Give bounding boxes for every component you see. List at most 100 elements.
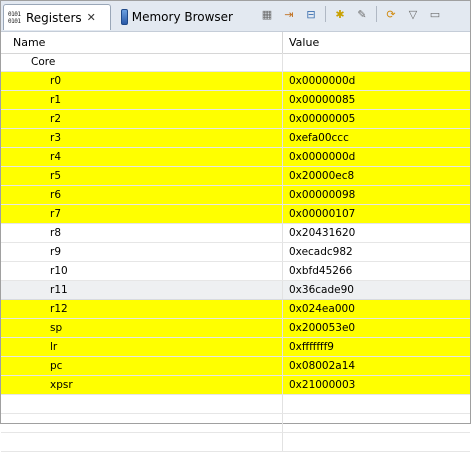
register-name: lr	[50, 341, 58, 353]
column-divider	[282, 72, 283, 90]
register-name: r10	[50, 265, 68, 277]
empty-row	[1, 395, 470, 414]
column-divider	[282, 167, 283, 185]
register-name: r8	[50, 227, 61, 239]
registers-icon: 0101 0101	[8, 10, 21, 25]
register-row-r7[interactable]: r7 0x00000107	[1, 205, 470, 224]
register-value[interactable]: 0xefa00ccc	[289, 132, 349, 144]
register-name: r5	[50, 170, 61, 182]
register-row-r0[interactable]: r0 0x0000000d	[1, 72, 470, 91]
memory-icon	[121, 9, 128, 25]
register-name: pc	[50, 360, 63, 372]
toolbar-separator	[376, 6, 377, 22]
column-name-header[interactable]: Name	[13, 36, 45, 49]
column-divider	[282, 433, 283, 451]
tab-memory-browser[interactable]: Memory Browser	[115, 4, 233, 30]
register-value[interactable]: 0x00000107	[289, 208, 355, 220]
register-value[interactable]: 0x00000098	[289, 189, 355, 201]
sync-icon[interactable]: ⟳	[383, 6, 399, 22]
register-row-sp[interactable]: sp 0x200053e0	[1, 319, 470, 338]
register-name: r9	[50, 246, 61, 258]
column-divider	[282, 414, 283, 432]
column-divider	[282, 129, 283, 147]
register-name: r11	[50, 284, 68, 296]
register-value[interactable]: 0x024ea000	[289, 303, 355, 315]
register-value[interactable]: 0x36cade90	[289, 284, 354, 296]
column-divider	[282, 376, 283, 394]
register-row-r1[interactable]: r1 0x00000085	[1, 91, 470, 110]
register-row-xpsr[interactable]: xpsr 0x21000003	[1, 376, 470, 395]
column-divider	[282, 91, 283, 109]
view-menu-icon[interactable]: ▽	[405, 6, 421, 22]
tab-memory-browser-label: Memory Browser	[131, 10, 233, 24]
register-row-r8[interactable]: r8 0x20431620	[1, 224, 470, 243]
column-divider	[282, 110, 283, 128]
register-name: r6	[50, 189, 61, 201]
register-row-r4[interactable]: r4 0x0000000d	[1, 148, 470, 167]
column-divider	[282, 186, 283, 204]
column-divider	[282, 224, 283, 242]
register-name: r1	[50, 94, 61, 106]
register-name: xpsr	[50, 379, 73, 391]
register-name: r0	[50, 75, 61, 87]
table-header: Name Value	[1, 32, 470, 54]
register-name: r3	[50, 132, 61, 144]
register-value[interactable]: 0x00000005	[289, 113, 355, 125]
register-row-r12[interactable]: r12 0x024ea000	[1, 300, 470, 319]
group-label: Core	[31, 56, 56, 68]
register-row-r5[interactable]: r5 0x20000ec8	[1, 167, 470, 186]
column-divider	[282, 243, 283, 261]
register-row-r10[interactable]: r10 0xbfd45266	[1, 262, 470, 281]
register-value[interactable]: 0xbfd45266	[289, 265, 352, 277]
register-value[interactable]: 0xfffffff9	[289, 341, 334, 353]
register-row-r3[interactable]: r3 0xefa00ccc	[1, 129, 470, 148]
tab-registers[interactable]: 0101 0101 Registers ✕	[3, 4, 111, 30]
edit-group-icon[interactable]: ✎	[354, 6, 370, 22]
column-divider	[282, 357, 283, 375]
register-name: r4	[50, 151, 61, 163]
column-divider[interactable]	[282, 32, 283, 53]
register-value[interactable]: 0x21000003	[289, 379, 355, 391]
register-row-r9[interactable]: r9 0xecadc982	[1, 243, 470, 262]
new-group-icon[interactable]: ✱	[332, 6, 348, 22]
register-value[interactable]: 0x200053e0	[289, 322, 355, 334]
minimize-icon[interactable]: ▭	[427, 6, 443, 22]
group-row-core[interactable]: Core	[1, 53, 470, 72]
column-divider	[282, 319, 283, 337]
register-name: r7	[50, 208, 61, 220]
column-divider	[282, 300, 283, 318]
register-table: Core r0 0x0000000d r1 0x00000085 r2 0x0000000…	[1, 53, 470, 452]
register-name: r12	[50, 303, 68, 315]
column-divider	[282, 148, 283, 166]
column-divider	[282, 262, 283, 280]
collapse-all-icon[interactable]: ⊟	[303, 6, 319, 22]
registers-view: 0101 0101 Registers ✕ Memory Browser ▦ ⇥ …	[0, 0, 471, 452]
view-toolbar: ▦ ⇥ ⊟ ✱ ✎ ⟳ ▽ ▭	[259, 6, 449, 22]
empty-row	[1, 433, 470, 452]
register-value[interactable]: 0x20000ec8	[289, 170, 354, 182]
column-divider	[282, 53, 283, 71]
column-value-header[interactable]: Value	[289, 36, 319, 49]
column-divider	[282, 338, 283, 356]
tab-bar: 0101 0101 Registers ✕ Memory Browser ▦ ⇥ …	[1, 1, 470, 32]
register-row-r2[interactable]: r2 0x00000005	[1, 110, 470, 129]
register-value[interactable]: 0x08002a14	[289, 360, 355, 372]
layout-icon[interactable]: ▦	[259, 6, 275, 22]
register-value[interactable]: 0x0000000d	[289, 151, 355, 163]
register-name: sp	[50, 322, 63, 334]
column-divider	[282, 205, 283, 223]
register-row-r11[interactable]: r11 0x36cade90	[1, 281, 470, 300]
tab-registers-label: Registers	[26, 10, 82, 25]
register-row-pc[interactable]: pc 0x08002a14	[1, 357, 470, 376]
register-value[interactable]: 0x0000000d	[289, 75, 355, 87]
variables-icon[interactable]: ⇥	[281, 6, 297, 22]
register-row-lr[interactable]: lr 0xfffffff9	[1, 338, 470, 357]
close-icon[interactable]: ✕	[87, 11, 96, 24]
register-row-r6[interactable]: r6 0x00000098	[1, 186, 470, 205]
column-divider	[282, 281, 283, 299]
register-name: r2	[50, 113, 61, 125]
register-value[interactable]: 0x20431620	[289, 227, 355, 239]
column-divider	[282, 395, 283, 413]
register-value[interactable]: 0x00000085	[289, 94, 355, 106]
register-value[interactable]: 0xecadc982	[289, 246, 353, 258]
